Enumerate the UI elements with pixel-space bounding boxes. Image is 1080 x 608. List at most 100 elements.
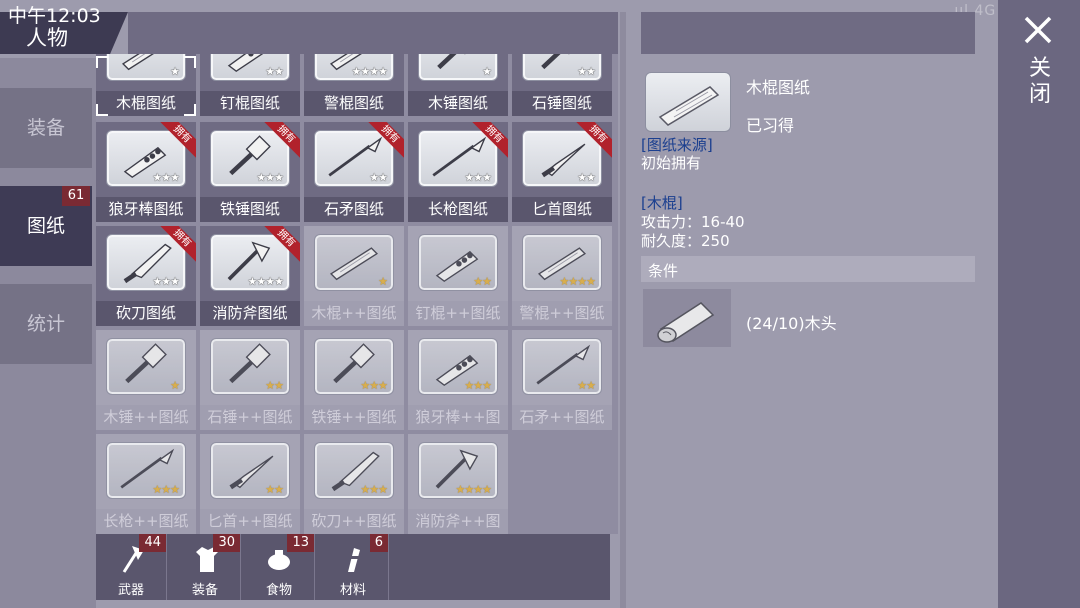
blueprint-cell-machete-plus[interactable]: ★★★ 砍刀++图纸 — [304, 434, 404, 534]
star-rating: ★★★★ — [351, 65, 388, 78]
owned-ribbon: 拥有 — [576, 122, 612, 158]
star-rating: ★ — [378, 275, 388, 288]
owned-ribbon: 拥有 — [160, 226, 196, 262]
blueprint-cell-stone-hammer-plus[interactable]: ★★ 石锤++图纸 — [200, 330, 300, 430]
owned-ribbon-label: 拥有 — [160, 226, 196, 262]
star-rating: ★★ — [473, 275, 492, 288]
star-rating: ★★ — [265, 379, 284, 392]
blueprint-label: 长枪图纸 — [408, 197, 508, 222]
blueprint-label: 警棍图纸 — [304, 91, 404, 116]
blueprint-label: 铁锤图纸 — [200, 197, 300, 222]
category-bar: 武器 44 装备 30 食物 13 材料 6 — [96, 534, 610, 600]
selection-bracket — [184, 56, 196, 68]
owned-ribbon: 拥有 — [264, 122, 300, 158]
scrollbar[interactable] — [620, 12, 626, 608]
blueprint-label: 匕首++图纸 — [200, 509, 300, 534]
owned-ribbon-label: 拥有 — [160, 122, 196, 158]
tab-blueprints[interactable]: 图纸 61 — [0, 186, 92, 266]
blueprint-cell-baton[interactable]: ★★★★ 警棍图纸 — [304, 54, 404, 116]
owned-ribbon: 拥有 — [160, 122, 196, 158]
star-rating: ★★★★ — [455, 483, 492, 496]
blueprint-label: 钉棍图纸 — [200, 91, 300, 116]
blueprint-cell-baton-plus[interactable]: ★★★★ 警棍++图纸 — [512, 226, 612, 326]
blueprint-label: 木棍图纸 — [96, 91, 196, 116]
blueprint-cell-mace[interactable]: ★★★ 狼牙棒图纸 拥有 — [96, 122, 196, 222]
blueprint-label: 铁锤++图纸 — [304, 405, 404, 430]
category-label: 武器 — [117, 583, 144, 598]
star-rating: ★★ — [265, 483, 284, 496]
close-button-label[interactable]: 关闭 — [1028, 56, 1052, 108]
blueprint-label: 石锤图纸 — [512, 91, 612, 116]
blueprint-cell-iron-hammer-plus[interactable]: ★★★ 铁锤++图纸 — [304, 330, 404, 430]
condition-label: 条件 — [648, 262, 679, 280]
blueprint-cell-mace-plus[interactable]: ★★★ 狼牙棒++图纸 — [408, 330, 508, 451]
learned-status: 已习得 — [746, 116, 795, 135]
blueprint-grid[interactable]: ★ 木棍图纸 ★★ 钉棍图纸 ★★★★ 警棍图纸 ★ 木锤图纸 ★★ 石锤图纸 ★★★ 狼牙… — [96, 54, 618, 534]
owned-ribbon: 拥有 — [472, 122, 508, 158]
durability-stat: 耐久度：250 — [641, 232, 730, 250]
blueprint-label: 狼牙棒图纸 — [96, 197, 196, 222]
blueprint-cell-iron-hammer[interactable]: ★★★ 铁锤图纸 拥有 — [200, 122, 300, 222]
tab-label: 装备 — [26, 117, 65, 139]
blueprint-label: 木棍++图纸 — [304, 301, 404, 326]
blueprint-cell-nail-club[interactable]: ★★ 钉棍图纸 — [200, 54, 300, 116]
wooden-stick-icon — [121, 54, 154, 71]
close-icon[interactable] — [1018, 10, 1058, 50]
blueprint-cell-stone-spear[interactable]: ★★ 石矛图纸 拥有 — [304, 122, 404, 222]
blueprint-cell-wooden-stick-plus[interactable]: ★ 木棍++图纸 — [304, 226, 404, 326]
category-count-badge: 13 — [287, 534, 314, 552]
blueprint-cell-machete[interactable]: ★★★ 砍刀图纸 拥有 — [96, 226, 196, 326]
blueprint-card: ★★★★ — [418, 442, 498, 499]
blueprint-cell-dagger[interactable]: ★★ 匕首图纸 拥有 — [512, 122, 612, 222]
blueprint-cell-stone-spear-plus[interactable]: ★★ 石矛++图纸 — [512, 330, 612, 430]
blueprint-cell-wooden-hammer-plus[interactable]: ★ 木锤++图纸 — [96, 330, 196, 430]
category-tab-food[interactable]: 食物 13 — [244, 534, 315, 600]
category-label: 食物 — [265, 583, 292, 598]
page-title: 人物 — [26, 26, 68, 50]
material-requirement: (24/10)木头 — [746, 314, 837, 333]
blueprint-cell-stone-hammer[interactable]: ★★ 石锤图纸 — [512, 54, 612, 116]
owned-ribbon-label: 拥有 — [368, 122, 404, 158]
blueprint-label: 砍刀++图纸 — [304, 509, 404, 534]
blueprint-cell-dagger-plus[interactable]: ★★ 匕首++图纸 — [200, 434, 300, 534]
left-tab-column: 装备 图纸 61 统计 — [0, 58, 96, 608]
blueprint-cell-wooden-hammer[interactable]: ★ 木锤图纸 — [408, 54, 508, 116]
category-tab-axe[interactable]: 武器 44 — [96, 534, 167, 600]
blueprint-cell-nail-club-plus[interactable]: ★★ 钉棍++图纸 — [408, 226, 508, 326]
blueprint-cell-fire-axe-plus[interactable]: ★★★★ 消防斧++图纸 — [408, 434, 508, 534]
blueprint-label: 石锤++图纸 — [200, 405, 300, 430]
tab-statistics[interactable]: 统计 — [0, 284, 92, 364]
blueprint-label: 狼牙棒++图纸 — [408, 405, 508, 451]
blueprint-cell-long-spear[interactable]: ★★★ 长枪图纸 拥有 — [408, 122, 508, 222]
blueprint-cell-wooden-stick[interactable]: ★ 木棍图纸 — [96, 54, 196, 116]
material-icon — [346, 548, 360, 572]
blueprint-card: ★★★ — [106, 442, 186, 499]
selection-bracket — [96, 104, 108, 116]
star-rating: ★ — [170, 65, 180, 78]
tab-label: 图纸 — [26, 215, 65, 237]
attack-stat: 攻击力：16-40 — [641, 213, 745, 231]
wooden-hammer-icon — [437, 54, 479, 70]
blueprint-card: ★★★★ — [314, 54, 394, 81]
category-count-badge: 30 — [213, 534, 240, 552]
blueprint-label: 消防斧++图纸 — [408, 509, 508, 534]
category-tab-material[interactable]: 材料 6 — [318, 534, 389, 600]
blueprint-card: ★ — [106, 54, 186, 81]
blueprint-cell-fire-axe[interactable]: ★★★★ 消防斧图纸 拥有 — [200, 226, 300, 326]
tab-equipment[interactable]: 装备 — [0, 88, 92, 168]
star-rating: ★★ — [265, 65, 284, 78]
detail-header — [641, 12, 975, 54]
owned-ribbon-label: 拥有 — [472, 122, 508, 158]
star-rating: ★ — [170, 379, 180, 392]
blueprint-cell-long-spear-plus[interactable]: ★★★ 长枪++图纸 — [96, 434, 196, 534]
star-rating: ★★ — [577, 65, 596, 78]
star-rating: ★★★ — [152, 171, 180, 184]
selection-bracket — [96, 56, 108, 68]
star-rating: ★★★ — [256, 171, 284, 184]
star-rating: ★★★ — [152, 483, 180, 496]
detail-title: 木棍图纸 — [746, 78, 811, 97]
owned-ribbon: 拥有 — [264, 226, 300, 262]
star-rating: ★★ — [577, 379, 596, 392]
wooden-stick-icon — [658, 86, 720, 126]
category-tab-shirt[interactable]: 装备 30 — [170, 534, 241, 600]
